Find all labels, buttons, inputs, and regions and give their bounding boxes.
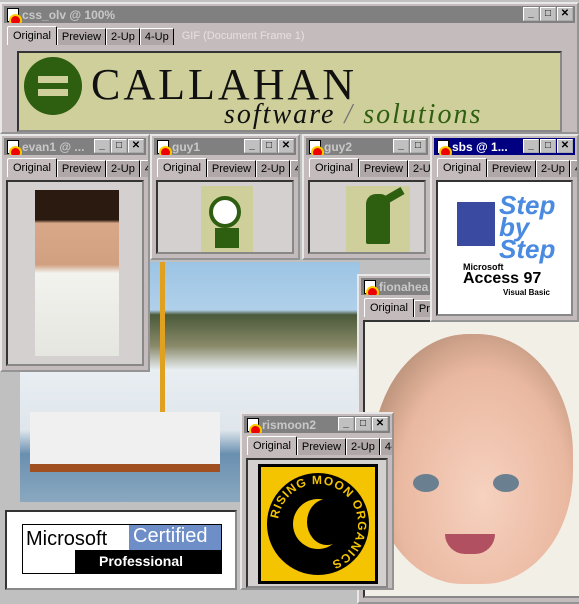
minimize-button[interactable]: _ (523, 139, 539, 153)
tab-4up[interactable]: 4-Up (569, 160, 577, 177)
guy2-window[interactable]: guy2 _□ OriginalPreview2-Up (302, 134, 432, 260)
callahan-logo-mark (24, 57, 82, 115)
tab-preview[interactable]: Preview (56, 160, 107, 177)
tab-original[interactable]: Original (157, 158, 207, 177)
window-title: guy2 (324, 139, 353, 154)
tab-original[interactable]: Original (364, 298, 414, 317)
maximize-button[interactable]: □ (410, 139, 426, 153)
window-title: evan1 @ ... (22, 139, 85, 154)
tab-original[interactable]: Original (309, 158, 359, 177)
image-canvas: Step by Step Microsoft Access 97 Visual Ba… (436, 180, 573, 316)
close-button[interactable]: ✕ (557, 139, 573, 153)
tab-original[interactable]: Original (7, 26, 57, 45)
tab-original[interactable]: Original (437, 158, 487, 177)
book-series: Step by Step (499, 190, 556, 264)
maximize-button[interactable]: □ (111, 139, 127, 153)
window-title: fionahea (379, 279, 429, 294)
sbs-window[interactable]: sbs @ 1... _□✕ OriginalPreview2-Up4-Up S… (430, 134, 579, 322)
close-button[interactable]: ✕ (128, 139, 144, 153)
tab-2up[interactable]: 2-Up (106, 160, 140, 177)
book-product: Access 97 (463, 270, 542, 287)
maximize-button[interactable]: □ (540, 7, 556, 21)
logo-tagline: software / solutions (224, 99, 483, 130)
document-icon (7, 139, 22, 155)
maximize-button[interactable]: □ (261, 139, 277, 153)
evan1-window[interactable]: evan1 @ ... _□✕ OriginalPreview2-Up4-Up (0, 134, 150, 372)
maximize-button[interactable]: □ (540, 139, 556, 153)
document-icon (157, 139, 172, 155)
image-canvas (308, 180, 426, 254)
tab-2up[interactable]: 2-Up (106, 28, 140, 45)
tab-original[interactable]: Original (7, 158, 57, 177)
tab-4up[interactable]: 4-Up (289, 160, 298, 177)
document-icon (364, 279, 379, 295)
rismoon2-window[interactable]: rismoon2 _□✕ OriginalPreview2-Up4-Up RIS… (240, 412, 394, 590)
tab-4up[interactable]: 4-Up (139, 160, 148, 177)
tab-preview[interactable]: Preview (358, 160, 409, 177)
baby-photo (373, 334, 573, 584)
close-button[interactable]: ✕ (557, 7, 573, 21)
book-cover: Step by Step Microsoft Access 97 Visual Ba… (453, 184, 557, 312)
wrench-man-icon (346, 186, 410, 252)
tab-2up[interactable]: 2-Up (256, 160, 290, 177)
svg-text:RISING MOON ORGANICS: RISING MOON ORGANICS (267, 473, 369, 572)
tab-preview[interactable]: Preview (56, 28, 107, 45)
document-icon (7, 7, 22, 23)
maximize-button[interactable]: □ (355, 417, 371, 431)
mcp-certified: Certified (129, 525, 221, 550)
image-canvas (6, 180, 144, 366)
tab-2up[interactable]: 2-Up (408, 160, 430, 177)
image-canvas: RISING MOON ORGANICS (246, 458, 388, 588)
window-title: css_olv @ 100% (22, 7, 116, 22)
window-title: rismoon2 (262, 417, 317, 432)
window-title: sbs @ 1... (452, 139, 508, 154)
rising-moon-logo: RISING MOON ORGANICS (258, 464, 378, 584)
clock-man-icon (201, 186, 253, 252)
tab-preview[interactable]: Preview (486, 160, 537, 177)
document-icon (437, 139, 452, 155)
window-title: guy1 (172, 139, 201, 154)
minimize-button[interactable]: _ (94, 139, 110, 153)
tab-2up[interactable]: 2-Up (536, 160, 570, 177)
title-bar[interactable]: sbs @ 1... _ □ ✕ (434, 138, 575, 155)
minimize-button[interactable]: _ (244, 139, 260, 153)
mcp-logo-frame: Microsoft Certified Professional (5, 510, 237, 590)
tab-original[interactable]: Original (247, 436, 297, 455)
title-bar[interactable]: guy2 _ □ (306, 138, 428, 155)
mcp-brand: Microsoft (26, 528, 108, 550)
mcp-level: Professional (75, 550, 221, 573)
tab-preview[interactable]: Preview (296, 438, 347, 455)
close-button[interactable]: ✕ (372, 417, 388, 431)
minimize-button[interactable]: _ (393, 139, 409, 153)
close-button[interactable]: ✕ (278, 139, 294, 153)
book-subtitle: Visual Basic (503, 288, 550, 297)
document-icon (247, 417, 262, 433)
title-bar[interactable]: guy1 _ □ ✕ (154, 138, 296, 155)
minimize-button[interactable]: _ (338, 417, 354, 431)
guy1-window[interactable]: guy1 _□✕ OriginalPreview2-Up4-Up (150, 134, 300, 260)
main-document-window[interactable]: css_olv @ 100% _ □ ✕ Original Preview 2-Up 4-… (0, 2, 579, 134)
tab-4up[interactable]: 4-Up (139, 28, 174, 45)
tab-4up[interactable]: 4-Up (379, 438, 392, 455)
title-bar[interactable]: rismoon2 _ □ ✕ (244, 416, 390, 433)
title-bar[interactable]: evan1 @ ... _ □ ✕ (4, 138, 146, 155)
format-info: GIF (Document Frame 1) (181, 30, 305, 42)
image-canvas: CALLAHAN software / solutions (17, 51, 562, 132)
tab-2up[interactable]: 2-Up (346, 438, 380, 455)
document-icon (309, 139, 324, 155)
logo-text: RISING MOON ORGANICS (267, 473, 368, 572)
title-bar[interactable]: css_olv @ 100% _ □ ✕ (4, 6, 575, 23)
minimize-button[interactable]: _ (523, 7, 539, 21)
tab-preview[interactable]: Preview (206, 160, 257, 177)
portrait-photo (35, 190, 119, 356)
image-canvas (363, 320, 579, 598)
image-canvas (156, 180, 294, 254)
